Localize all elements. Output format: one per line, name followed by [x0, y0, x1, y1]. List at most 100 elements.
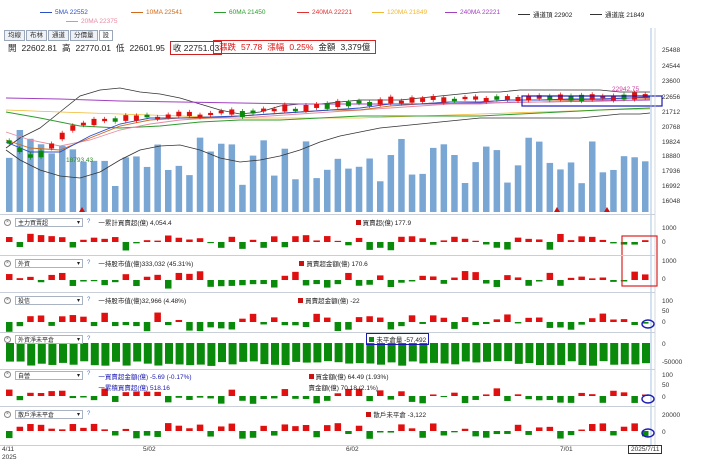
volume-bar: [567, 162, 575, 212]
volume-bar: [493, 150, 501, 212]
flow-bar: [69, 280, 77, 286]
flow-bar: [536, 280, 543, 282]
indicator-select[interactable]: 外資淨未平倉 ▾: [15, 334, 83, 344]
close-icon[interactable]: ×: [4, 410, 11, 418]
flow-bar: [228, 236, 236, 242]
panel-divider: [0, 445, 655, 446]
help-icon[interactable]: ?: [87, 411, 90, 417]
help-icon[interactable]: ?: [87, 371, 90, 377]
candle-body: [197, 114, 203, 118]
oi-bar: [345, 343, 354, 364]
flow-bar: [430, 315, 437, 322]
candle-body: [314, 104, 320, 108]
flow-bar: [37, 235, 45, 242]
flow-bar: [355, 425, 363, 431]
volume-bar: [186, 175, 193, 212]
close-icon[interactable]: ×: [4, 335, 11, 343]
flow-bar: [196, 271, 204, 280]
flow-bar: [281, 424, 289, 431]
flow-bar: [260, 280, 267, 285]
oi-bar: [292, 343, 301, 362]
flow-bar: [90, 423, 98, 431]
close-icon[interactable]: ×: [4, 218, 11, 226]
flow-bar: [451, 322, 458, 329]
help-icon[interactable]: ?: [87, 260, 90, 266]
flow-bar: [239, 431, 246, 439]
flow-bar: [419, 322, 426, 324]
flow-bar: [165, 322, 172, 326]
flow-bar: [461, 396, 469, 404]
volume-bar: [430, 147, 437, 212]
oi-bar: [302, 343, 311, 363]
help-icon[interactable]: ?: [87, 336, 90, 342]
flow-bar: [228, 280, 236, 286]
candle-body: [6, 140, 12, 144]
indicator-select[interactable]: 散戶淨未平倉 ▾: [15, 409, 83, 419]
volume-bar: [504, 182, 511, 212]
date-tick: 7/01: [560, 446, 573, 453]
flow-bar: [260, 322, 267, 325]
indicator-select[interactable]: 外資 ▾: [15, 258, 83, 268]
flow-bar: [599, 239, 607, 242]
volume-bar: [175, 165, 183, 212]
indicator-select[interactable]: 自營 ▾: [15, 371, 83, 380]
flow-bar: [292, 396, 299, 399]
flow-bar: [175, 396, 183, 398]
candle-body: [91, 118, 97, 126]
help-icon[interactable]: ?: [87, 297, 90, 303]
flow-bar: [186, 396, 193, 400]
chevron-down-icon: ▾: [76, 373, 80, 379]
candle-body: [557, 94, 563, 100]
oi-bar: [472, 343, 481, 363]
volume-bar: [101, 160, 108, 212]
flow-bar: [324, 280, 331, 288]
flow-bar: [408, 315, 416, 322]
panel-item: 一持股市值(億)333,032 (45.31%): [98, 261, 194, 268]
flow-bar: [80, 280, 87, 282]
panel-divider: [0, 406, 655, 407]
volume-bar: [578, 183, 585, 212]
flow-bar: [313, 240, 320, 242]
axis-tick: 0: [662, 276, 666, 283]
flow-bar: [143, 322, 151, 332]
help-icon[interactable]: ?: [87, 219, 90, 225]
flow-bar: [366, 316, 373, 322]
flow-bar: [493, 280, 501, 287]
flow-bar: [6, 274, 13, 280]
flow-bar: [419, 238, 426, 242]
flow-bar: [292, 426, 299, 431]
flow-bar: [504, 431, 511, 434]
flow-bar: [398, 424, 405, 431]
flow-bar: [599, 313, 607, 322]
flow-bar: [186, 428, 193, 431]
flow-bar: [112, 396, 119, 402]
candle-body: [133, 115, 139, 121]
flow-bar: [218, 396, 225, 404]
candle-body: [271, 108, 277, 112]
close-icon[interactable]: ×: [4, 296, 11, 304]
volume-bar: [557, 169, 564, 212]
close-icon[interactable]: ×: [4, 371, 11, 378]
candle-body: [102, 118, 108, 122]
oi-bar: [122, 343, 131, 366]
indicator-select[interactable]: 投信 ▾: [15, 295, 83, 305]
flow-bar: [48, 322, 55, 326]
flow-bar: [271, 396, 278, 399]
flow-bar: [27, 276, 34, 280]
oi-bar: [430, 343, 438, 363]
flow-bar: [165, 396, 172, 403]
flow-bar: [536, 317, 543, 322]
price-tick: 17936: [662, 168, 681, 175]
panel-item: 一持股市值(億)32,966 (4.48%): [98, 298, 187, 305]
flow-bar: [80, 427, 87, 431]
close-icon[interactable]: ×: [4, 259, 11, 267]
indicator-select[interactable]: 主力買賣超 ▾: [15, 217, 83, 227]
volume-bar: [281, 148, 289, 212]
flow-bar: [122, 274, 130, 280]
flow-bar: [589, 278, 596, 280]
candle-body: [250, 110, 256, 114]
flow-bar: [90, 396, 98, 401]
oi-bar: [48, 343, 57, 365]
oi-bar: [387, 343, 396, 363]
flow-bar: [101, 280, 108, 286]
